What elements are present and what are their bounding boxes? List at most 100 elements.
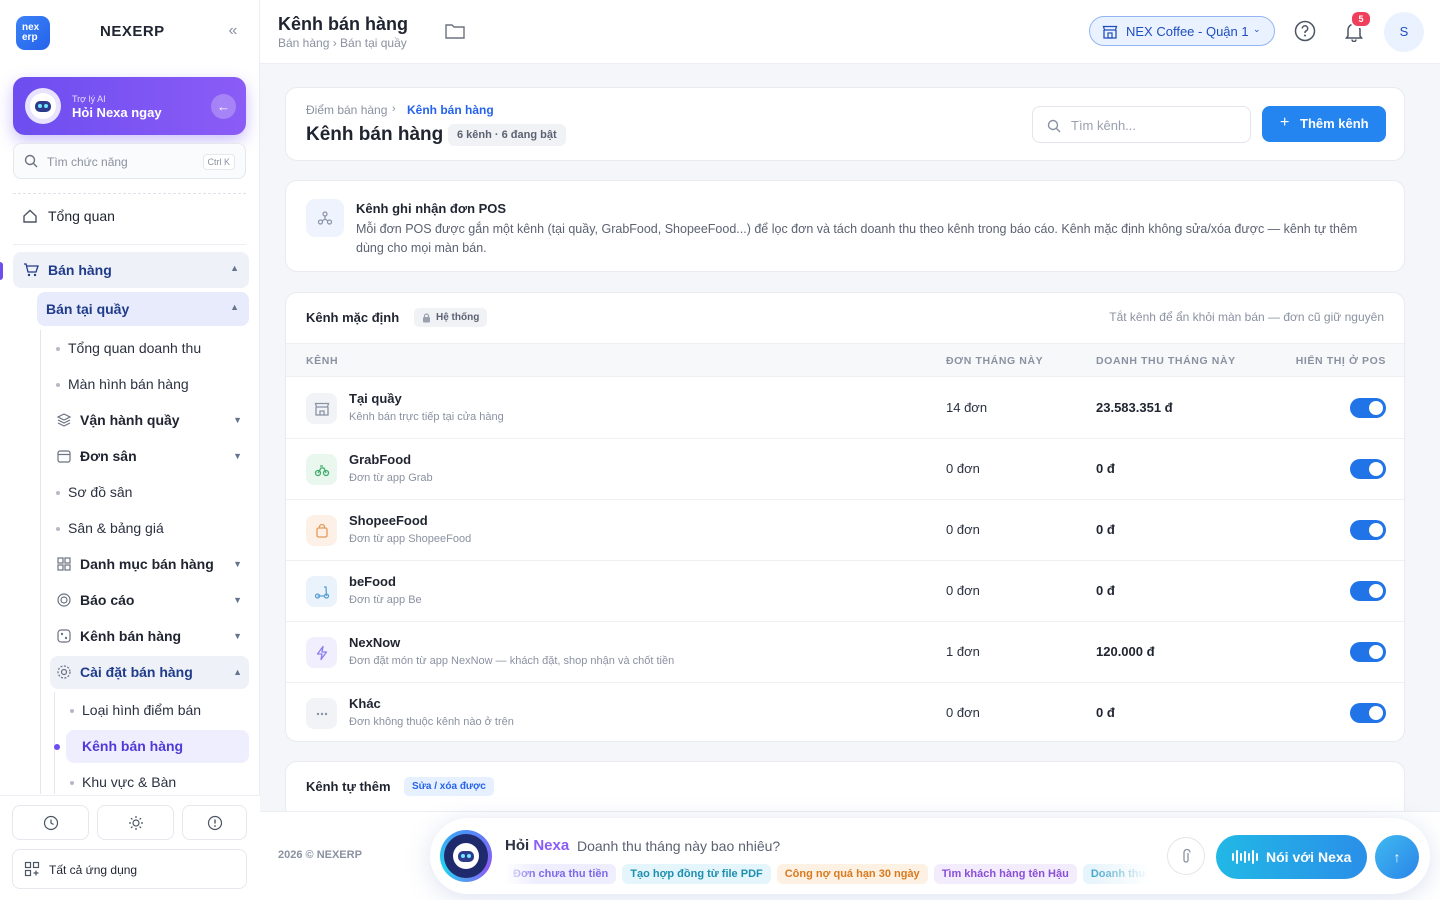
sidebar-subitem-revenue-overview[interactable]: Tổng quan doanh thu xyxy=(56,340,201,356)
sidebar-group-court-orders[interactable]: Đơn sân ▼ xyxy=(56,447,246,465)
all-apps-button[interactable]: Tất cả ứng dụng xyxy=(12,849,247,889)
default-channels-card: Kênh mặc định Hệ thống Tắt kênh để ẩn kh… xyxy=(285,292,1405,742)
table-header: KÊNH ĐƠN THÁNG NÀY DOANH THU THÁNG NÀY H… xyxy=(286,343,1404,377)
ask-nexa-card[interactable]: Trợ lý AI Hỏi Nexa ngay ← xyxy=(13,77,246,135)
sidebar-group-sales-channels[interactable]: Kênh bán hàng ▼ xyxy=(56,627,246,645)
chevron-down-icon: ▼ xyxy=(233,631,242,641)
sidebar-group-sales-catalog[interactable]: Danh mục bán hàng ▼ xyxy=(56,555,246,573)
pos-visibility-toggle[interactable] xyxy=(1350,703,1386,723)
pos-visibility-toggle[interactable] xyxy=(1350,581,1386,601)
channel-name: GrabFood xyxy=(349,452,412,467)
suggestion-chips: Đơn chưa thu tiền Tạo hợp đồng từ file PD… xyxy=(505,864,1150,886)
history-button[interactable] xyxy=(12,805,89,840)
editable-badge: Sửa / xóa được xyxy=(404,777,494,796)
channel-description: Đơn đặt món từ app NexNow — khách đặt, s… xyxy=(349,655,675,667)
nexa-assistant-bar[interactable]: Hỏi Nexa Doanh thu tháng này bao nhiêu? … xyxy=(430,818,1430,894)
theme-button[interactable] xyxy=(97,805,174,840)
sidebar-subitem-court-prices[interactable]: Sân & bảng giá xyxy=(56,520,164,536)
app-logo[interactable]: nex erp xyxy=(16,16,50,50)
search-icon xyxy=(24,154,38,168)
channel-description: Đơn từ app Grab xyxy=(349,472,433,484)
channel-revenue: 0 đ xyxy=(1096,705,1115,720)
pos-visibility-toggle[interactable] xyxy=(1350,642,1386,662)
sidebar-subitem-areas-tables[interactable]: Khu vực & Bàn xyxy=(70,774,176,790)
table-row: NexNow Đơn đặt món từ app NexNow — khách… xyxy=(286,622,1404,683)
breadcrumb-root[interactable]: Điểm bán hàng xyxy=(306,103,387,117)
home-icon xyxy=(23,209,37,223)
chevron-down-icon: ▼ xyxy=(233,595,242,605)
sidebar-subitem-sales-screen[interactable]: Màn hình bán hàng xyxy=(56,376,189,392)
sidebar-group-reports[interactable]: Báo cáo ▼ xyxy=(56,591,246,609)
chevron-down-icon: ▼ xyxy=(233,415,242,425)
arrow-left-icon[interactable]: ← xyxy=(211,94,236,119)
sidebar-item-label: Bán hàng xyxy=(48,262,112,278)
pos-visibility-toggle[interactable] xyxy=(1350,459,1386,479)
store-selector[interactable]: NEX Coffee - Quận 1 ⌄ xyxy=(1089,16,1275,46)
suggestion-chip[interactable]: Doanh thu xyxy=(1082,864,1150,884)
suggestion-chip[interactable]: Tạo hợp đồng từ file PDF xyxy=(622,864,771,884)
network-icon xyxy=(306,199,344,237)
channel-name: beFood xyxy=(349,574,396,589)
channel-name: ShopeeFood xyxy=(349,513,428,528)
ai-title: Hỏi Nexa ngay xyxy=(72,105,162,120)
grid-icon xyxy=(57,557,71,571)
chevron-down-icon: ▼ xyxy=(233,559,242,569)
table-note: Tắt kênh để ẩn khỏi màn bán — đơn cũ giữ… xyxy=(1109,310,1384,324)
tree-line xyxy=(40,330,41,794)
sidebar-item-sales[interactable]: Bán hàng ▲ xyxy=(13,252,249,288)
suggestion-chip[interactable]: Tìm khách hàng tên Hậu xyxy=(933,864,1077,884)
channel-name: Tại quầy xyxy=(349,391,402,406)
channel-description: Đơn từ app ShopeeFood xyxy=(349,533,472,545)
column-header: ĐƠN THÁNG NÀY xyxy=(946,355,1044,367)
suggestion-chip[interactable]: Công nợ quá hạn 30 ngày xyxy=(776,864,928,884)
attach-button[interactable] xyxy=(1167,837,1205,875)
page-title: Kênh bán hàng xyxy=(278,14,408,34)
channel-revenue: 0 đ xyxy=(1096,522,1115,537)
sidebar-subitem-outlet-types[interactable]: Loại hình điểm bán xyxy=(70,702,201,718)
footer: 2026 © NEXERP Hỏi Nexa Doanh thu tháng n… xyxy=(260,811,1440,900)
sidebar-subitem-court-map[interactable]: Sơ đồ sân xyxy=(56,484,132,500)
table-row: GrabFood Đơn từ app Grab 0 đơn 0 đ xyxy=(286,439,1404,500)
user-avatar[interactable]: S xyxy=(1384,12,1424,52)
channel-name: NexNow xyxy=(349,635,401,650)
sun-icon xyxy=(128,816,143,830)
sidebar-header: nex erp NEXERP « xyxy=(0,0,260,64)
divider xyxy=(13,193,246,194)
pos-visibility-toggle[interactable] xyxy=(1350,520,1386,540)
channel-description: Đơn từ app Be xyxy=(349,594,422,606)
sidebar-search-placeholder: Tìm chức năng xyxy=(47,155,128,169)
chart-icon xyxy=(57,593,71,607)
nexa-ask-label: Hỏi Nexa xyxy=(505,837,570,854)
sidebar-group-counter-ops[interactable]: Vận hành quầy ▼ xyxy=(56,411,246,429)
collapse-sidebar-icon[interactable]: « xyxy=(224,22,242,40)
breadcrumb: Bán hàng › Bán tại quầy xyxy=(278,36,407,50)
help-icon[interactable] xyxy=(1294,20,1316,42)
sidebar-group-sales-settings[interactable]: Cài đặt bán hàng ▲ xyxy=(56,663,246,681)
nexa-question-input[interactable]: Doanh thu tháng này bao nhiêu? xyxy=(577,838,780,854)
sidebar-item-counter-sales[interactable]: Bán tại quầy ▲ xyxy=(37,292,249,326)
report-issue-button[interactable] xyxy=(182,805,247,840)
column-header: KÊNH xyxy=(306,355,339,367)
sidebar-subitem-sales-channels[interactable]: Kênh bán hàng xyxy=(66,730,249,763)
bag-icon xyxy=(306,515,337,546)
channel-orders: 0 đơn xyxy=(946,705,980,720)
chevron-up-icon: ▲ xyxy=(230,263,239,273)
suggestion-chip[interactable]: Đơn chưa thu tiền xyxy=(505,864,617,884)
layers-icon xyxy=(56,413,72,427)
pos-visibility-toggle[interactable] xyxy=(1350,398,1386,418)
voice-button[interactable]: Nói với Nexa xyxy=(1216,835,1367,879)
send-button[interactable]: ↑ xyxy=(1375,835,1419,879)
info-description: Mỗi đơn POS được gắn một kênh (tại quầy,… xyxy=(356,222,1358,255)
channel-search-input[interactable]: Tìm kênh... xyxy=(1032,106,1251,143)
channels-icon xyxy=(57,629,71,643)
channel-description: Đơn không thuộc kênh nào ở trên xyxy=(349,716,514,728)
sidebar-item-overview[interactable]: Tổng quan xyxy=(22,206,115,226)
waveform-icon xyxy=(1232,850,1258,864)
shortcut-badge: Ctrl K xyxy=(202,154,235,170)
active-indicator xyxy=(0,262,3,280)
add-channel-button[interactable]: + Thêm kênh xyxy=(1262,106,1386,142)
more-icon xyxy=(306,698,337,729)
sidebar-search-input[interactable]: Tìm chức năng Ctrl K xyxy=(13,143,246,179)
calendar-icon xyxy=(57,450,71,463)
folder-icon[interactable] xyxy=(445,22,465,40)
